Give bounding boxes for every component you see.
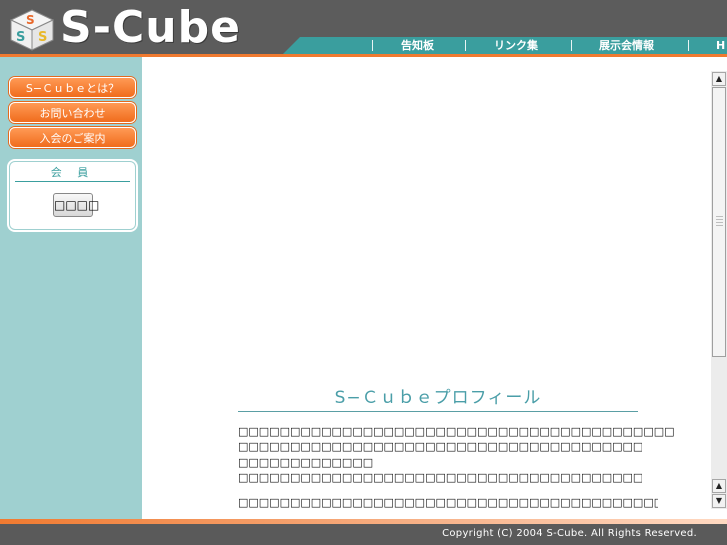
- footer: Copyright (C) 2004 S-Cube. All Rights Re…: [0, 524, 727, 545]
- main-content: S−Ｃｕｂｅプロフィール □□□□□□□□□□□□□□□□□□□□□□□□□□□…: [142, 57, 711, 520]
- member-box: 会 員 □□□□: [9, 161, 136, 230]
- nav-separator: [372, 40, 373, 51]
- paragraph-line: □□□□□□□□□□□□□□□□□□□□□□□□□□□□□□□□□□□□□□□□…: [238, 471, 642, 484]
- nav-item-exhibition-info[interactable]: 展示会情報: [599, 37, 654, 54]
- vertical-scrollbar[interactable]: ▲ ▲ ▼: [711, 71, 727, 509]
- svg-text:S: S: [26, 13, 35, 27]
- site-logo-text[interactable]: S-Cube: [60, 4, 241, 52]
- profile-paragraph: □□□□□□□□□□□□□□□□□□□□□□□□□□□□□□□□□□□□□□□□…: [238, 439, 642, 471]
- profile-paragraph: □□□□□□□□□□□□□□□□□□□□□□□□□□□□□□□□□□□□□□□□…: [238, 424, 675, 440]
- about-scube-button[interactable]: S−Ｃｕｂｅとは？: [9, 77, 136, 98]
- member-box-title: 会 員: [15, 165, 130, 182]
- membership-guide-button[interactable]: 入会のご案内: [9, 127, 136, 148]
- logo-cube-icon: S S S: [9, 9, 55, 51]
- nav-separator: [571, 40, 572, 51]
- paragraph-line: □□□□□□□□□□□□□□□□□□□□□□□□□□□□□□□□□□□□□□□□…: [238, 440, 642, 453]
- svg-text:S: S: [16, 30, 25, 45]
- nav-item-links[interactable]: リンク集: [494, 37, 538, 54]
- paragraph-line: □□□□□□□□□□□□□□□□□□□□□□□□□□□□□□□□□□□□□□□□…: [238, 496, 658, 509]
- svg-text:S: S: [38, 30, 47, 45]
- contact-button[interactable]: お問い合わせ: [9, 102, 136, 123]
- scrollbar-thumb[interactable]: [712, 87, 726, 357]
- title-divider: [238, 411, 638, 412]
- scroll-up-arrow-icon[interactable]: ▲: [712, 479, 726, 493]
- page-title: S−Ｃｕｂｅプロフィール: [334, 388, 542, 408]
- copyright-text: Copyright (C) 2004 S-Cube. All Rights Re…: [442, 528, 697, 539]
- nav-separator: [688, 40, 689, 51]
- nav-separator: [465, 40, 466, 51]
- profile-paragraph: □□□□□□□□□□□□□□□□□□□□□□□□□□□□□□□□□□□□□□□□…: [238, 470, 642, 486]
- scrollbar-grip: [716, 216, 723, 228]
- nav-item-notice-board[interactable]: 告知板: [401, 37, 434, 54]
- nav-bar-slant: [283, 37, 300, 54]
- sidebar: S−Ｃｕｂｅとは？ お問い合わせ 入会のご案内 会 員 □□□□: [0, 57, 142, 520]
- scroll-down-arrow-icon[interactable]: ▼: [712, 494, 726, 508]
- paragraph-line: □□□□□□□□□□□□□□□□□□□□□□□□□□□□□□□□□□□□□□□□…: [238, 425, 675, 438]
- paragraph-line: □□□□□□□□□□□□□: [238, 456, 374, 469]
- member-login-button[interactable]: □□□□: [53, 193, 99, 217]
- header: S S S S-Cube 告知板 リンク集 展示会情報 H: [0, 0, 727, 57]
- scroll-up-arrow-icon[interactable]: ▲: [712, 72, 726, 86]
- profile-paragraph: □□□□□□□□□□□□□□□□□□□□□□□□□□□□□□□□□□□□□□□□…: [238, 495, 658, 511]
- nav-item-home[interactable]: H: [716, 37, 725, 54]
